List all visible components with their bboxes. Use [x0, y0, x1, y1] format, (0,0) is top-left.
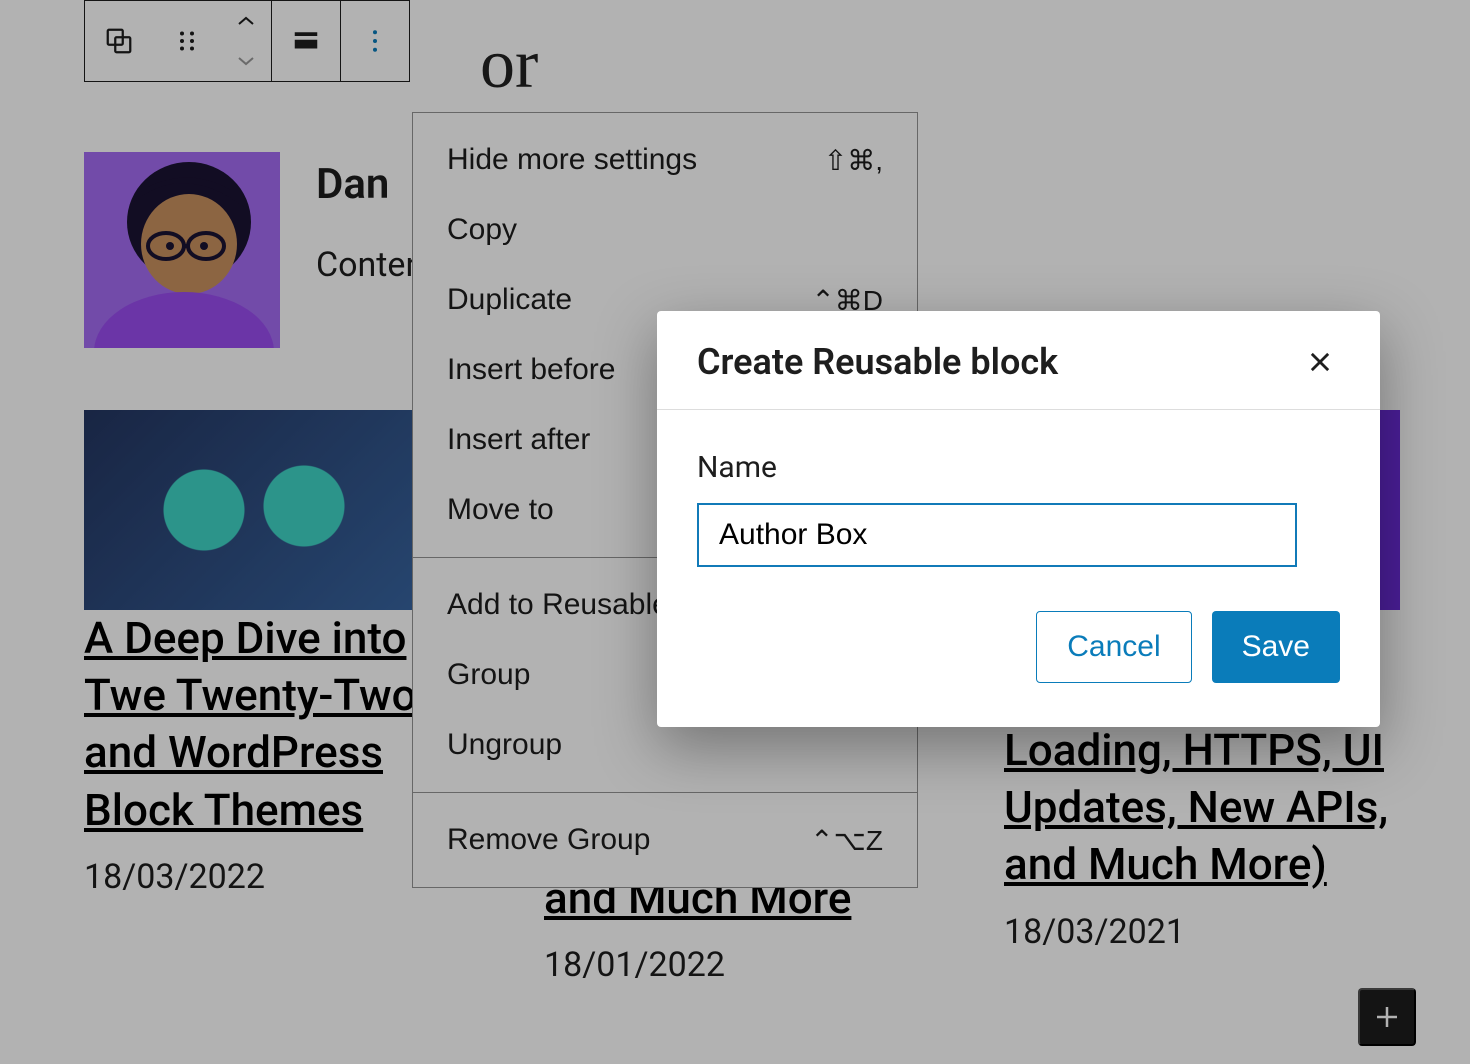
align-button[interactable] [272, 1, 340, 81]
menu-item-label: Remove Group [447, 823, 650, 857]
post-title-link[interactable]: A Deep Dive into Twe Twenty-Two and Word… [84, 612, 417, 836]
post-date: 18/03/2021 [1004, 912, 1424, 952]
menu-hide-more-settings[interactable]: Hide more settings ⇧⌘, [413, 125, 917, 195]
menu-copy[interactable]: Copy [413, 195, 917, 265]
save-button[interactable]: Save [1212, 611, 1340, 683]
thumbnail-edge [1378, 410, 1400, 610]
block-toolbar [84, 0, 410, 82]
menu-item-shortcut: ⇧⌘, [824, 144, 883, 177]
move-up-button[interactable] [221, 1, 271, 41]
menu-item-label: Group [447, 658, 530, 692]
more-vertical-icon [360, 26, 390, 56]
name-field-label: Name [697, 450, 1340, 485]
menu-item-label: Move to [447, 493, 554, 527]
menu-remove-group[interactable]: Remove Group ⌃⌥Z [413, 805, 917, 875]
menu-item-label: Insert after [447, 423, 590, 457]
plus-icon [1372, 1002, 1402, 1032]
drag-handle-icon [172, 26, 202, 56]
chevron-up-icon [236, 15, 256, 27]
chevron-down-icon [236, 55, 256, 67]
modal-title: Create Reusable block [697, 341, 1058, 383]
menu-item-label: Ungroup [447, 728, 562, 762]
menu-item-shortcut: ⌃⌥Z [810, 824, 883, 857]
close-icon [1306, 348, 1334, 376]
drag-handle-button[interactable] [153, 1, 221, 81]
name-input[interactable] [697, 503, 1297, 567]
modal-close-button[interactable] [1300, 342, 1340, 382]
author-avatar [84, 152, 280, 348]
group-block-icon [104, 26, 134, 56]
menu-item-label: Duplicate [447, 283, 572, 317]
menu-item-label: Copy [447, 213, 517, 247]
add-block-button[interactable] [1358, 988, 1416, 1046]
create-reusable-block-modal: Create Reusable block Name Cancel Save [657, 311, 1380, 727]
post-date: 18/01/2022 [544, 945, 944, 985]
post-title-link[interactable]: Loading, HTTPS, UI Updates, New APIs, an… [1004, 724, 1388, 890]
menu-item-label: Insert before [447, 353, 615, 387]
menu-item-label: Hide more settings [447, 143, 697, 177]
cancel-button[interactable]: Cancel [1036, 611, 1191, 683]
align-full-icon [291, 26, 321, 56]
author-box: Dan Content [84, 152, 435, 348]
move-down-button[interactable] [221, 41, 271, 81]
more-options-button[interactable] [341, 1, 409, 81]
block-type-button[interactable] [85, 1, 153, 81]
page-title-fragment: or [480, 25, 538, 105]
block-mover [221, 1, 271, 81]
